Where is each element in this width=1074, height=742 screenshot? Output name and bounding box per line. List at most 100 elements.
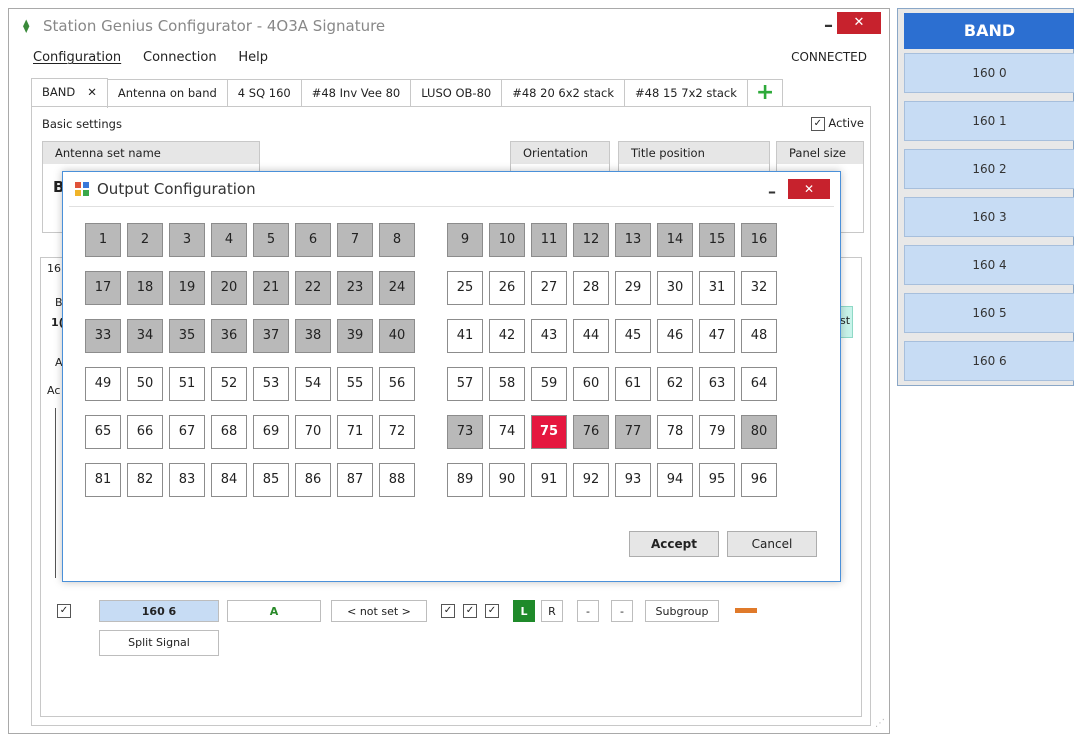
antenna-cell[interactable]: A <box>227 600 321 622</box>
output-button-53[interactable]: 53 <box>253 367 289 401</box>
output-button-85[interactable]: 85 <box>253 463 289 497</box>
output-button-12[interactable]: 12 <box>573 223 609 257</box>
output-button-67[interactable]: 67 <box>169 415 205 449</box>
output-button-9[interactable]: 9 <box>447 223 483 257</box>
output-button-20[interactable]: 20 <box>211 271 247 305</box>
output-button-93[interactable]: 93 <box>615 463 651 497</box>
band-item[interactable]: 160 0 <box>904 53 1074 93</box>
tab-20-6x2-stack[interactable]: #48 20 6x2 stack <box>501 79 626 107</box>
output-button-6[interactable]: 6 <box>295 223 331 257</box>
dash-button-1[interactable]: - <box>577 600 599 622</box>
output-button-43[interactable]: 43 <box>531 319 567 353</box>
output-button-52[interactable]: 52 <box>211 367 247 401</box>
output-button-72[interactable]: 72 <box>379 415 415 449</box>
output-button-33[interactable]: 33 <box>85 319 121 353</box>
output-button-75[interactable]: 75 <box>531 415 567 449</box>
output-button-35[interactable]: 35 <box>169 319 205 353</box>
output-button-95[interactable]: 95 <box>699 463 735 497</box>
output-button-64[interactable]: 64 <box>741 367 777 401</box>
menu-configuration[interactable]: Configuration <box>33 50 121 65</box>
output-button-5[interactable]: 5 <box>253 223 289 257</box>
output-button-27[interactable]: 27 <box>531 271 567 305</box>
band-item[interactable]: 160 1 <box>904 101 1074 141</box>
output-button-80[interactable]: 80 <box>741 415 777 449</box>
output-button-7[interactable]: 7 <box>337 223 373 257</box>
not-set-dropdown[interactable]: < not set > <box>331 600 427 622</box>
output-button-44[interactable]: 44 <box>573 319 609 353</box>
output-button-32[interactable]: 32 <box>741 271 777 305</box>
tab-antenna-on-band[interactable]: Antenna on band <box>106 79 228 107</box>
band-item[interactable]: 160 6 <box>904 341 1074 381</box>
output-button-47[interactable]: 47 <box>699 319 735 353</box>
output-button-34[interactable]: 34 <box>127 319 163 353</box>
subgroup-button[interactable]: Subgroup <box>645 600 719 622</box>
band-item[interactable]: 160 2 <box>904 149 1074 189</box>
output-button-38[interactable]: 38 <box>295 319 331 353</box>
output-button-3[interactable]: 3 <box>169 223 205 257</box>
output-button-74[interactable]: 74 <box>489 415 525 449</box>
output-button-15[interactable]: 15 <box>699 223 735 257</box>
output-button-71[interactable]: 71 <box>337 415 373 449</box>
output-button-73[interactable]: 73 <box>447 415 483 449</box>
output-button-82[interactable]: 82 <box>127 463 163 497</box>
output-button-68[interactable]: 68 <box>211 415 247 449</box>
output-button-78[interactable]: 78 <box>657 415 693 449</box>
output-button-4[interactable]: 4 <box>211 223 247 257</box>
minimize-button[interactable]: – <box>824 15 833 36</box>
output-button-48[interactable]: 48 <box>741 319 777 353</box>
output-button-76[interactable]: 76 <box>573 415 609 449</box>
output-button-61[interactable]: 61 <box>615 367 651 401</box>
output-button-31[interactable]: 31 <box>699 271 735 305</box>
left-toggle[interactable]: L <box>513 600 535 622</box>
menu-connection[interactable]: Connection <box>143 50 217 65</box>
output-button-56[interactable]: 56 <box>379 367 415 401</box>
output-button-30[interactable]: 30 <box>657 271 693 305</box>
row-checkbox-2[interactable]: ✓ <box>463 604 477 618</box>
band-cell[interactable]: 160 6 <box>99 600 219 622</box>
output-button-10[interactable]: 10 <box>489 223 525 257</box>
output-button-45[interactable]: 45 <box>615 319 651 353</box>
dialog-minimize-button[interactable]: – <box>768 182 776 201</box>
output-button-54[interactable]: 54 <box>295 367 331 401</box>
close-tab-icon[interactable]: ✕ <box>87 85 97 99</box>
output-button-29[interactable]: 29 <box>615 271 651 305</box>
add-tab-icon[interactable]: + <box>746 79 784 107</box>
output-button-41[interactable]: 41 <box>447 319 483 353</box>
tab-inv-vee-80[interactable]: #48 Inv Vee 80 <box>300 79 412 107</box>
row-checkbox[interactable]: ✓ <box>57 604 71 618</box>
dialog-close-button[interactable]: ✕ <box>788 179 830 199</box>
tab-luso-ob-80[interactable]: LUSO OB-80 <box>410 79 503 107</box>
output-button-94[interactable]: 94 <box>657 463 693 497</box>
output-button-90[interactable]: 90 <box>489 463 525 497</box>
output-button-51[interactable]: 51 <box>169 367 205 401</box>
output-button-13[interactable]: 13 <box>615 223 651 257</box>
output-button-79[interactable]: 79 <box>699 415 735 449</box>
output-button-26[interactable]: 26 <box>489 271 525 305</box>
cancel-button[interactable]: Cancel <box>727 531 817 557</box>
output-button-91[interactable]: 91 <box>531 463 567 497</box>
row-checkbox-3[interactable]: ✓ <box>485 604 499 618</box>
output-button-88[interactable]: 88 <box>379 463 415 497</box>
output-button-63[interactable]: 63 <box>699 367 735 401</box>
output-button-58[interactable]: 58 <box>489 367 525 401</box>
output-button-69[interactable]: 69 <box>253 415 289 449</box>
output-button-62[interactable]: 62 <box>657 367 693 401</box>
band-item[interactable]: 160 3 <box>904 197 1074 237</box>
right-toggle[interactable]: R <box>541 600 563 622</box>
output-button-96[interactable]: 96 <box>741 463 777 497</box>
remove-row-icon[interactable] <box>735 608 757 613</box>
output-button-17[interactable]: 17 <box>85 271 121 305</box>
output-button-36[interactable]: 36 <box>211 319 247 353</box>
output-button-60[interactable]: 60 <box>573 367 609 401</box>
band-item[interactable]: 160 4 <box>904 245 1074 285</box>
output-button-66[interactable]: 66 <box>127 415 163 449</box>
output-button-42[interactable]: 42 <box>489 319 525 353</box>
band-item[interactable]: 160 5 <box>904 293 1074 333</box>
active-checkbox[interactable]: ✓ Active <box>810 116 864 131</box>
output-button-83[interactable]: 83 <box>169 463 205 497</box>
output-button-55[interactable]: 55 <box>337 367 373 401</box>
close-button[interactable]: ✕ <box>837 12 881 34</box>
output-button-11[interactable]: 11 <box>531 223 567 257</box>
output-button-25[interactable]: 25 <box>447 271 483 305</box>
accept-button[interactable]: Accept <box>629 531 719 557</box>
